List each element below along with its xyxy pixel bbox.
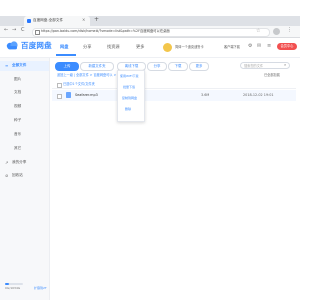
sidebar [0,58,50,300]
nav-netdisk[interactable]: 网盘 [60,44,68,49]
close-tab-icon[interactable]: × [82,18,85,22]
sidebar-item-my-shares[interactable]: 我的分享 [12,160,26,165]
more-button[interactable]: 更多 [189,62,209,71]
dropdown-item-delete[interactable]: 删除 [125,108,131,111]
dropdown-item-copy-to-disk[interactable]: 复制到网盘 [122,97,137,100]
avatar[interactable] [163,43,172,52]
share-button[interactable]: 分享 [147,62,167,71]
storage-usage-text: 0G/1034G [5,286,21,290]
audio-file-icon [66,92,71,98]
nav-more[interactable]: 更多 [136,44,144,49]
sidebar-item-images[interactable]: 图片 [14,77,21,82]
all-files-icon: ≡ [5,63,9,68]
mail-icon[interactable]: ✉ [257,44,261,49]
recycle-bin-icon: ⊘ [5,173,9,178]
dropdown-item-batch-download[interactable]: 批量下载 [123,86,135,89]
lock-icon [35,30,40,35]
tab-title: 百度网盘-全部文件 [33,18,64,22]
favicon-icon [27,19,31,23]
url-text[interactable]: https://pan.baidu.com/disk/home#/?vmode=… [41,29,170,33]
client-download-link[interactable]: 客户端下载 [224,45,240,49]
loaded-status: 已全部加载 [264,73,280,77]
vip-center-button[interactable]: 会员中心 [277,43,297,50]
dropdown-item-wifi-download[interactable]: 使用WIFI下载 [120,75,138,78]
new-folder-button[interactable]: 新建文件夹 [80,62,114,71]
forward-icon[interactable]: → [12,28,16,33]
sidebar-item-recycle-bin[interactable]: 回收站 [12,173,23,178]
file-name[interactable]: Seafarer.mp3 [75,93,98,97]
sidebar-item-other[interactable]: 其它 [14,146,21,151]
sidebar-item-all-files[interactable]: 全部文件 [12,63,26,68]
browser-menu-icon[interactable]: ⋮ [287,28,292,33]
active-nav-indicator [56,54,76,56]
nav-find-resources[interactable]: 找资源 [107,44,120,49]
selection-count: 已选中1个文件/文件夹 [63,82,95,86]
back-icon[interactable]: ← [4,28,8,33]
sidebar-item-videos[interactable]: 视频 [14,104,21,109]
sidebar-item-documents[interactable]: 文档 [14,90,21,95]
upload-button[interactable]: 上传 [55,62,79,71]
logo-text: 百度网盘 [21,41,52,50]
bookmark-star-icon[interactable]: ☆ [256,29,260,34]
file-size: 3.6M [201,93,210,97]
search-input[interactable]: 搜索您的文件 [240,62,290,69]
download-button[interactable]: 下载 [168,62,188,71]
select-all-checkbox[interactable] [57,83,62,88]
file-date: 2018-12-02 19:01 [243,93,274,97]
expand-storage-link[interactable]: 扩容到2T [34,287,47,290]
user-name[interactable]: 简体一个迪克迪鲁卡 [175,45,204,49]
nav-share[interactable]: 分享 [83,44,91,49]
storage-usage-bar [5,283,23,285]
reload-icon[interactable]: C [21,28,25,33]
share-icon: ↗ [5,160,9,165]
new-tab-button[interactable]: + [94,17,99,23]
storage-usage-fill [5,283,9,285]
cloud-logo-icon [6,41,18,50]
profile-icon[interactable] [273,28,280,35]
sidebar-item-music[interactable]: 音乐 [14,132,21,137]
row-checkbox[interactable] [57,94,62,99]
sidebar-item-torrents[interactable]: 种子 [14,118,21,123]
settings-icon[interactable]: ≡ [267,44,271,49]
search-icon[interactable]: ⌕ [284,63,286,67]
notification-icon[interactable]: ⚙ [248,44,252,49]
